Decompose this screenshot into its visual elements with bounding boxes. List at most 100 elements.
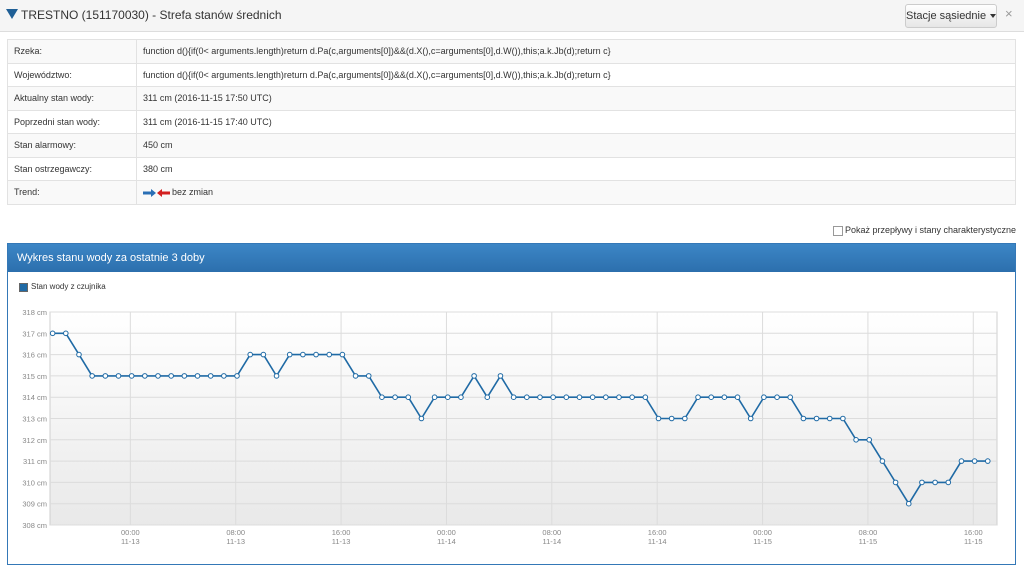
data-point: [181, 373, 188, 379]
row-value: bez zmian: [136, 180, 1016, 205]
data-point: [761, 394, 767, 400]
data-point: [603, 394, 609, 400]
data-point: [866, 437, 873, 443]
trend-text: bez zmian: [172, 187, 214, 198]
data-point: [682, 415, 688, 422]
row-label: Stan alarmowy:: [7, 133, 137, 158]
y-tick-label: 314 cm: [22, 393, 47, 402]
data-point: [550, 394, 556, 400]
y-tick-label: 310 cm: [22, 478, 47, 487]
row-value: 380 cm: [136, 156, 1016, 181]
row-value: function d(){if(0< arguments.length)retu…: [136, 39, 1016, 64]
data-point: [892, 479, 899, 486]
data-point: [879, 458, 886, 464]
row-value: 450 cm: [136, 133, 1016, 158]
data-point: [563, 394, 570, 400]
data-point: [128, 373, 135, 379]
show-flows-checkbox[interactable]: [833, 226, 843, 236]
data-point: [734, 394, 741, 400]
data-point: [339, 351, 346, 358]
data-point: [537, 394, 543, 400]
data-point: [63, 330, 69, 337]
data-point: [616, 394, 622, 400]
row-value: 311 cm (2016-11-15 17:50 UTC): [136, 86, 1016, 111]
data-point: [747, 415, 754, 422]
data-point: [207, 373, 214, 379]
x-tick-date-label: 11-14: [437, 537, 456, 546]
caret-down-icon: [990, 14, 997, 19]
data-point: [708, 394, 714, 400]
data-point: [984, 458, 991, 464]
data-point: [813, 415, 820, 422]
data-point: [444, 394, 451, 400]
data-point: [286, 351, 293, 358]
data-point: [405, 394, 412, 400]
row-label: Trend:: [7, 180, 137, 205]
show-flows-label: Pokaż przepływy i stany charakterystyczn…: [845, 225, 1017, 235]
data-point: [379, 394, 385, 400]
water-level-chart: 308 cm 309 cm 310 cm 311 cm 312 cm 313 cm 314 …: [22, 308, 998, 546]
data-point: [155, 373, 161, 379]
x-tick-date-label: 11-13: [121, 537, 140, 546]
y-tick-label: 308 cm: [22, 521, 47, 530]
data-point: [853, 437, 859, 443]
data-point: [787, 394, 794, 400]
row-label: Województwo:: [7, 62, 137, 87]
data-point: [260, 351, 267, 358]
row-value: 311 cm (2016-11-15 17:40 UTC): [136, 109, 1016, 134]
table-row: Trend: bez zmian: [7, 180, 1016, 205]
data-point: [576, 394, 583, 400]
data-point: [655, 415, 662, 422]
data-point: [418, 415, 425, 422]
neighbor-stations-button[interactable]: Stacje sąsiednie: [905, 4, 997, 28]
collapse-triangle-icon[interactable]: [6, 9, 18, 19]
x-tick-time-label: 00:00: [437, 528, 456, 537]
x-tick-time-label: 16:00: [964, 528, 983, 537]
data-point: [115, 373, 122, 379]
y-tick-label: 313 cm: [22, 415, 47, 424]
close-icon[interactable]: ×: [1005, 6, 1013, 21]
x-tick-time-label: 16:00: [648, 528, 667, 537]
row-label: Aktualny stan wody:: [7, 86, 137, 111]
data-point: [523, 394, 530, 400]
x-tick-time-label: 08:00: [542, 528, 561, 537]
data-point: [273, 373, 280, 379]
data-point: [642, 394, 649, 400]
neighbor-stations-label: Stacje sąsiednie: [906, 10, 987, 22]
data-point: [392, 394, 398, 400]
y-tick-label: 312 cm: [22, 436, 47, 445]
data-point: [958, 458, 965, 464]
x-tick-date-label: 11-15: [964, 537, 983, 546]
data-point: [142, 373, 148, 379]
x-tick-date-label: 11-13: [226, 537, 245, 546]
station-title: TRESTNO (151170030) - Strefa stanów śred…: [21, 8, 282, 22]
x-tick-date-label: 11-14: [542, 537, 561, 546]
data-point: [826, 415, 833, 422]
data-point: [168, 373, 174, 379]
window-header: TRESTNO (151170030) - Strefa stanów śred…: [0, 0, 1024, 32]
data-point: [589, 394, 596, 400]
row-label: Poprzedni stan wody:: [7, 109, 137, 134]
data-point: [497, 373, 504, 379]
row-label: Stan ostrzegawczy:: [7, 156, 137, 181]
data-point: [668, 415, 675, 422]
x-tick-date-label: 11-15: [859, 537, 878, 546]
data-point: [365, 373, 372, 379]
data-point: [905, 500, 912, 507]
table-row: Rzeka: function d(){if(0< arguments.lengt…: [7, 39, 1016, 64]
data-point: [932, 479, 938, 486]
data-point: [76, 351, 82, 358]
data-point: [971, 458, 978, 464]
table-row: Województwo: function d(){if(0< arguments…: [7, 62, 1016, 87]
table-row: Stan ostrzegawczy: 380 cm: [7, 156, 1016, 181]
data-point: [221, 373, 227, 379]
x-tick-time-label: 00:00: [121, 528, 140, 537]
chart-panel: Wykres stanu wody za ostatnie 3 doby Sta…: [7, 243, 1016, 565]
y-tick-label: 315 cm: [22, 372, 47, 381]
data-point: [326, 351, 333, 358]
data-point: [945, 479, 952, 486]
data-point: [840, 415, 846, 422]
data-point: [800, 415, 807, 422]
y-tick-label: 311 cm: [23, 457, 47, 466]
data-point: [102, 373, 109, 379]
